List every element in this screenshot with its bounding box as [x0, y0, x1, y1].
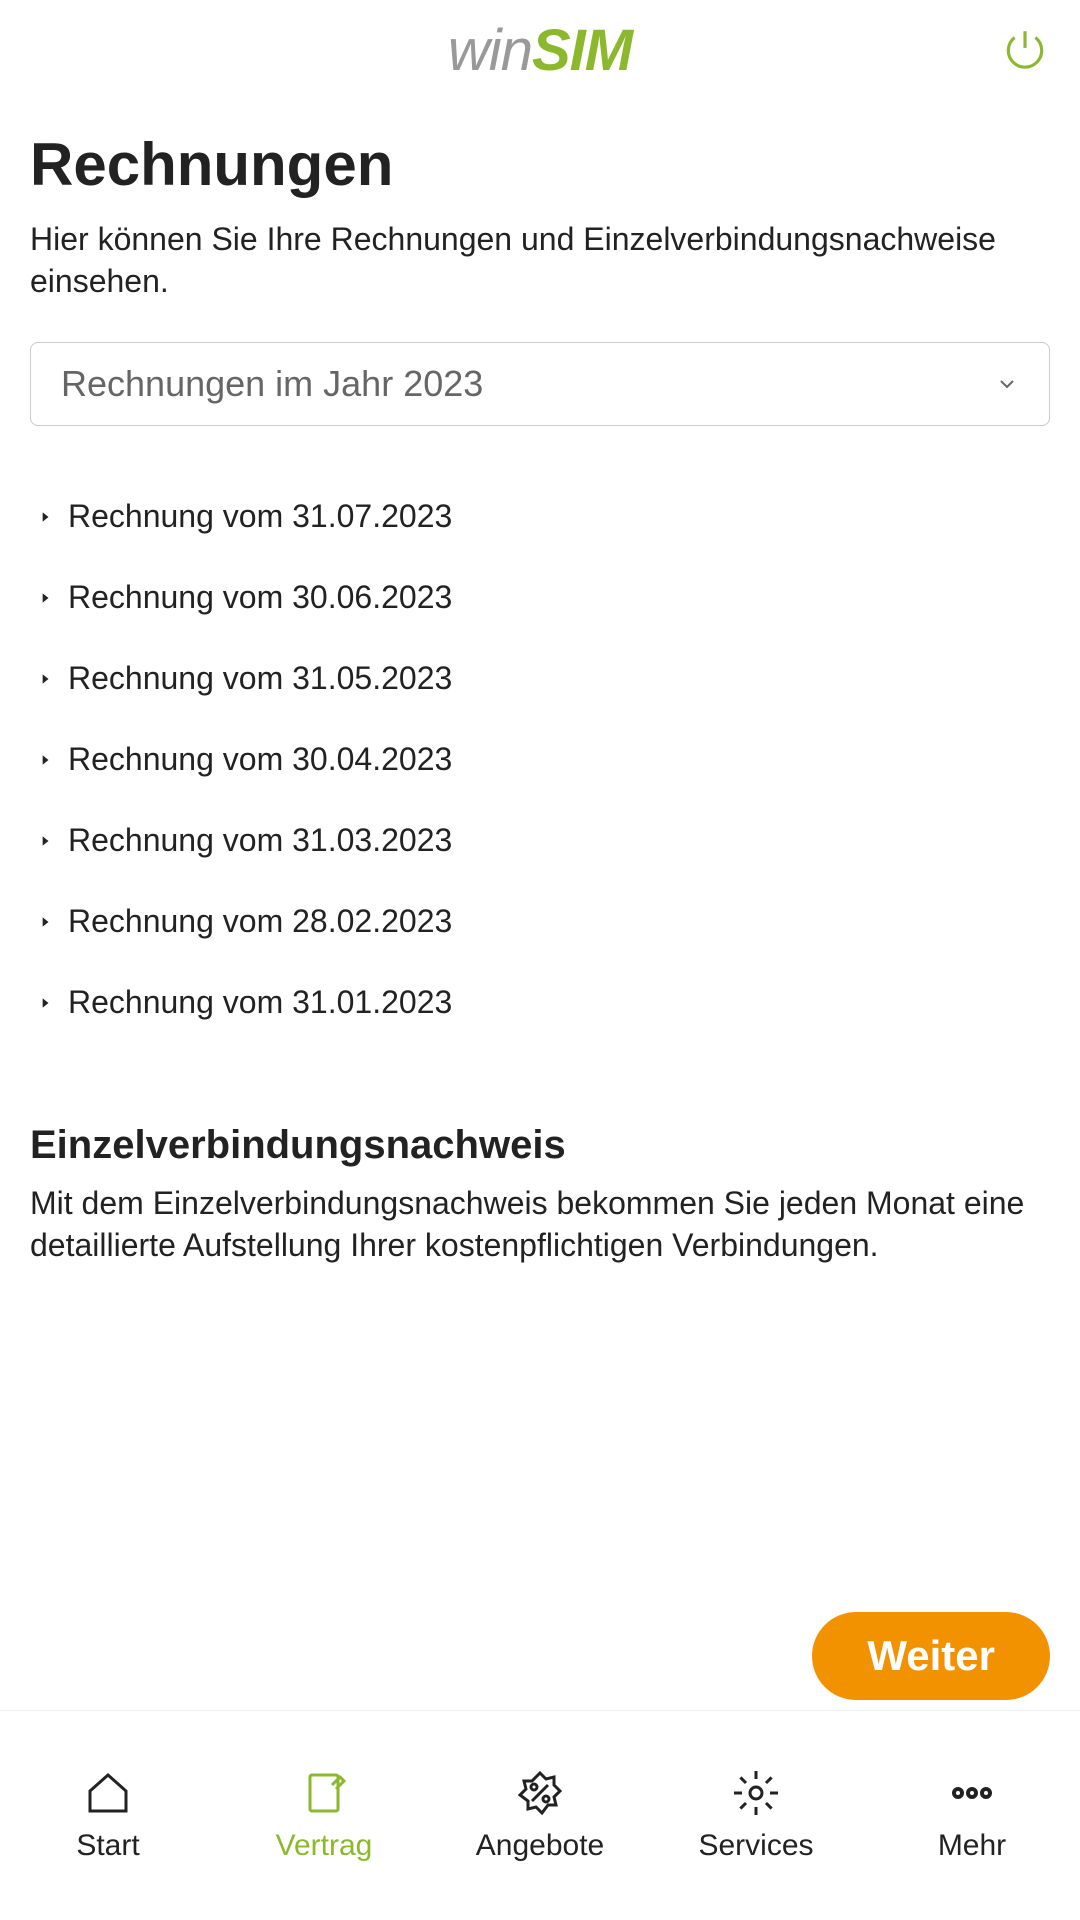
nav-item-vertrag[interactable]: Vertrag — [216, 1769, 432, 1863]
chevron-right-icon — [38, 753, 52, 767]
invoice-item[interactable]: Rechnung vom 30.06.2023 — [30, 557, 1050, 638]
nav-item-mehr[interactable]: Mehr — [864, 1769, 1080, 1863]
invoice-label: Rechnung vom 31.03.2023 — [68, 822, 452, 859]
continue-button[interactable]: Weiter — [812, 1612, 1050, 1700]
nav-label: Mehr — [938, 1829, 1006, 1863]
evn-section-title: Einzelverbindungsnachweis — [30, 1123, 1050, 1168]
chevron-down-icon — [995, 372, 1019, 396]
nav-item-services[interactable]: Services — [648, 1769, 864, 1863]
invoice-label: Rechnung vom 28.02.2023 — [68, 903, 452, 940]
invoice-item[interactable]: Rechnung vom 31.07.2023 — [30, 476, 1050, 557]
invoice-label: Rechnung vom 31.07.2023 — [68, 498, 452, 535]
gear-icon — [732, 1769, 780, 1817]
page-subtitle: Hier können Sie Ihre Rechnungen und Einz… — [30, 219, 1050, 302]
page-title: Rechnungen — [30, 130, 1050, 199]
invoice-label: Rechnung vom 31.05.2023 — [68, 660, 452, 697]
offers-icon — [516, 1769, 564, 1817]
invoice-label: Rechnung vom 30.04.2023 — [68, 741, 452, 778]
nav-label: Angebote — [476, 1829, 604, 1863]
app-header: winSIM — [0, 0, 1080, 100]
chevron-right-icon — [38, 834, 52, 848]
evn-section-text: Mit dem Einzelverbindungsnachweis bekomm… — [30, 1183, 1050, 1266]
bottom-navigation: Start Vertrag Angebote Ser — [0, 1710, 1080, 1920]
contract-icon — [300, 1769, 348, 1817]
logo: winSIM — [448, 17, 632, 84]
invoice-item[interactable]: Rechnung vom 31.05.2023 — [30, 638, 1050, 719]
nav-label: Services — [698, 1829, 813, 1863]
year-dropdown[interactable]: Rechnungen im Jahr 2023 — [30, 342, 1050, 426]
power-icon[interactable] — [1000, 25, 1050, 75]
logo-text-sim: SIM — [532, 18, 632, 83]
logo-text-win: win — [448, 18, 532, 83]
dropdown-selected-label: Rechnungen im Jahr 2023 — [61, 363, 483, 405]
invoice-item[interactable]: Rechnung vom 31.01.2023 — [30, 962, 1050, 1043]
invoice-item[interactable]: Rechnung vom 28.02.2023 — [30, 881, 1050, 962]
chevron-right-icon — [38, 510, 52, 524]
invoice-label: Rechnung vom 30.06.2023 — [68, 579, 452, 616]
chevron-right-icon — [38, 591, 52, 605]
invoice-list: Rechnung vom 31.07.2023 Rechnung vom 30.… — [30, 476, 1050, 1043]
nav-label: Vertrag — [276, 1829, 373, 1863]
chevron-right-icon — [38, 915, 52, 929]
more-icon — [948, 1769, 996, 1817]
chevron-right-icon — [38, 672, 52, 686]
invoice-item[interactable]: Rechnung vom 31.03.2023 — [30, 800, 1050, 881]
nav-item-angebote[interactable]: Angebote — [432, 1769, 648, 1863]
chevron-right-icon — [38, 996, 52, 1010]
invoice-item[interactable]: Rechnung vom 30.04.2023 — [30, 719, 1050, 800]
invoice-label: Rechnung vom 31.01.2023 — [68, 984, 452, 1021]
nav-item-start[interactable]: Start — [0, 1769, 216, 1863]
home-icon — [84, 1769, 132, 1817]
nav-label: Start — [76, 1829, 139, 1863]
